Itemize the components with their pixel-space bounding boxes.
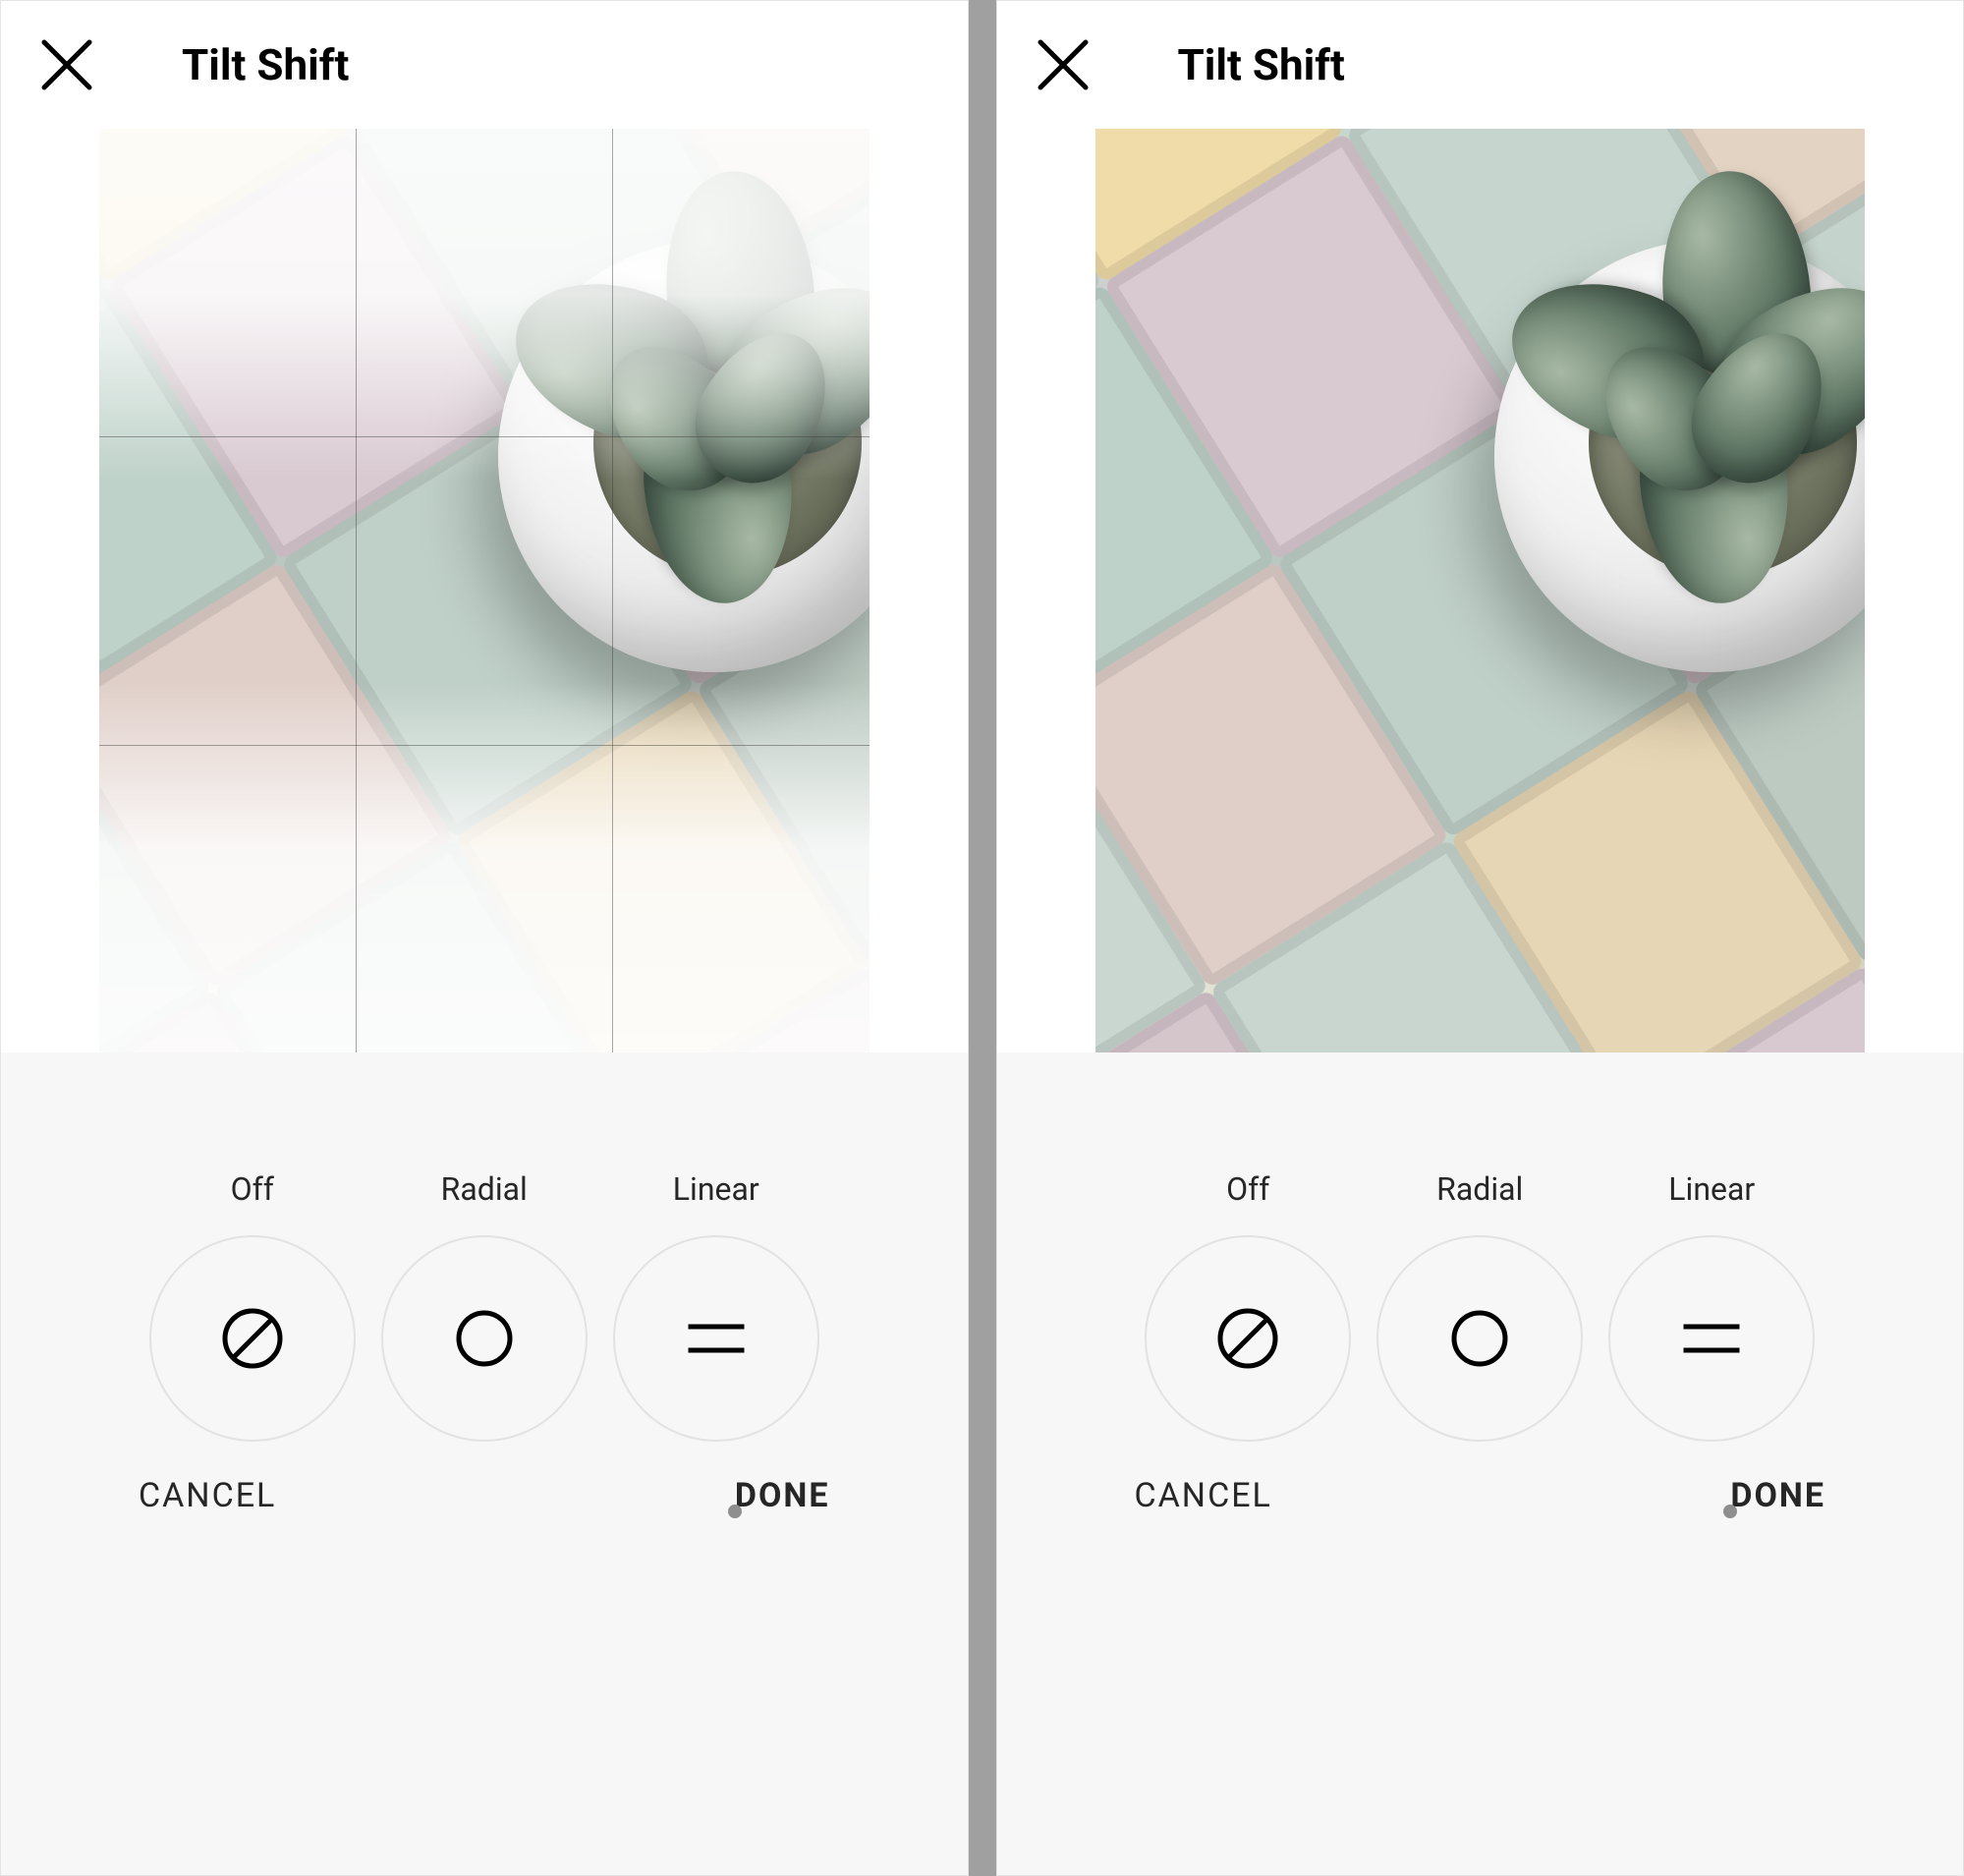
mode-button-linear[interactable] [613, 1235, 819, 1442]
off-icon [1208, 1299, 1287, 1378]
mode-row: Off Radial Linear [1, 1170, 968, 1442]
close-icon [40, 38, 93, 91]
photo-preview[interactable] [99, 129, 870, 1052]
linear-icon [677, 1299, 756, 1378]
mode-item-linear: Linear [1608, 1170, 1815, 1442]
footer: CANCEL DONE [997, 1442, 1964, 1569]
mode-row: Off Radial Linear [997, 1170, 1964, 1442]
page-title: Tilt Shift [1178, 39, 1345, 90]
mode-button-radial[interactable] [1376, 1235, 1583, 1442]
close-icon [1037, 38, 1090, 91]
controls-panel: Off Radial Linear CANCEL DONE [997, 1052, 1964, 1875]
indicator-dot [728, 1505, 742, 1518]
controls-panel: Off Radial Linear CANCEL DONE [1, 1052, 968, 1875]
mode-item-linear: Linear [613, 1170, 819, 1442]
mode-item-off: Off [149, 1170, 356, 1442]
mode-button-linear[interactable] [1608, 1235, 1815, 1442]
mode-item-radial: Radial [1376, 1170, 1583, 1442]
mode-label: Off [231, 1170, 274, 1208]
mode-button-off[interactable] [1145, 1235, 1351, 1442]
photo-preview[interactable] [1095, 129, 1866, 1052]
header: Tilt Shift [997, 1, 1964, 129]
mode-label: Linear [1668, 1170, 1755, 1208]
off-icon [213, 1299, 292, 1378]
image-area [1, 129, 968, 1052]
cancel-button[interactable]: CANCEL [139, 1476, 276, 1515]
done-button[interactable]: DONE [735, 1476, 830, 1515]
mode-button-off[interactable] [149, 1235, 356, 1442]
mode-item-radial: Radial [381, 1170, 588, 1442]
cancel-button[interactable]: CANCEL [1135, 1476, 1272, 1515]
screen-0: Tilt Shift Off Radial Linear CANCEL DONE [0, 0, 969, 1876]
mode-label: Radial [441, 1170, 528, 1208]
radial-icon [445, 1299, 524, 1378]
mode-item-off: Off [1145, 1170, 1351, 1442]
page-title: Tilt Shift [182, 39, 349, 90]
header: Tilt Shift [1, 1, 968, 129]
linear-icon [1672, 1299, 1751, 1378]
mode-label: Off [1226, 1170, 1269, 1208]
done-button[interactable]: DONE [1730, 1476, 1825, 1515]
mode-button-radial[interactable] [381, 1235, 588, 1442]
mode-label: Radial [1436, 1170, 1523, 1208]
close-button[interactable] [40, 38, 93, 91]
screen-1: Tilt Shift Off Radial Linear CANCEL DONE [996, 0, 1964, 1876]
footer: CANCEL DONE [1, 1442, 968, 1569]
mode-label: Linear [673, 1170, 759, 1208]
close-button[interactable] [1037, 38, 1090, 91]
indicator-dot [1723, 1505, 1737, 1518]
image-area [997, 129, 1964, 1052]
radial-icon [1440, 1299, 1519, 1378]
